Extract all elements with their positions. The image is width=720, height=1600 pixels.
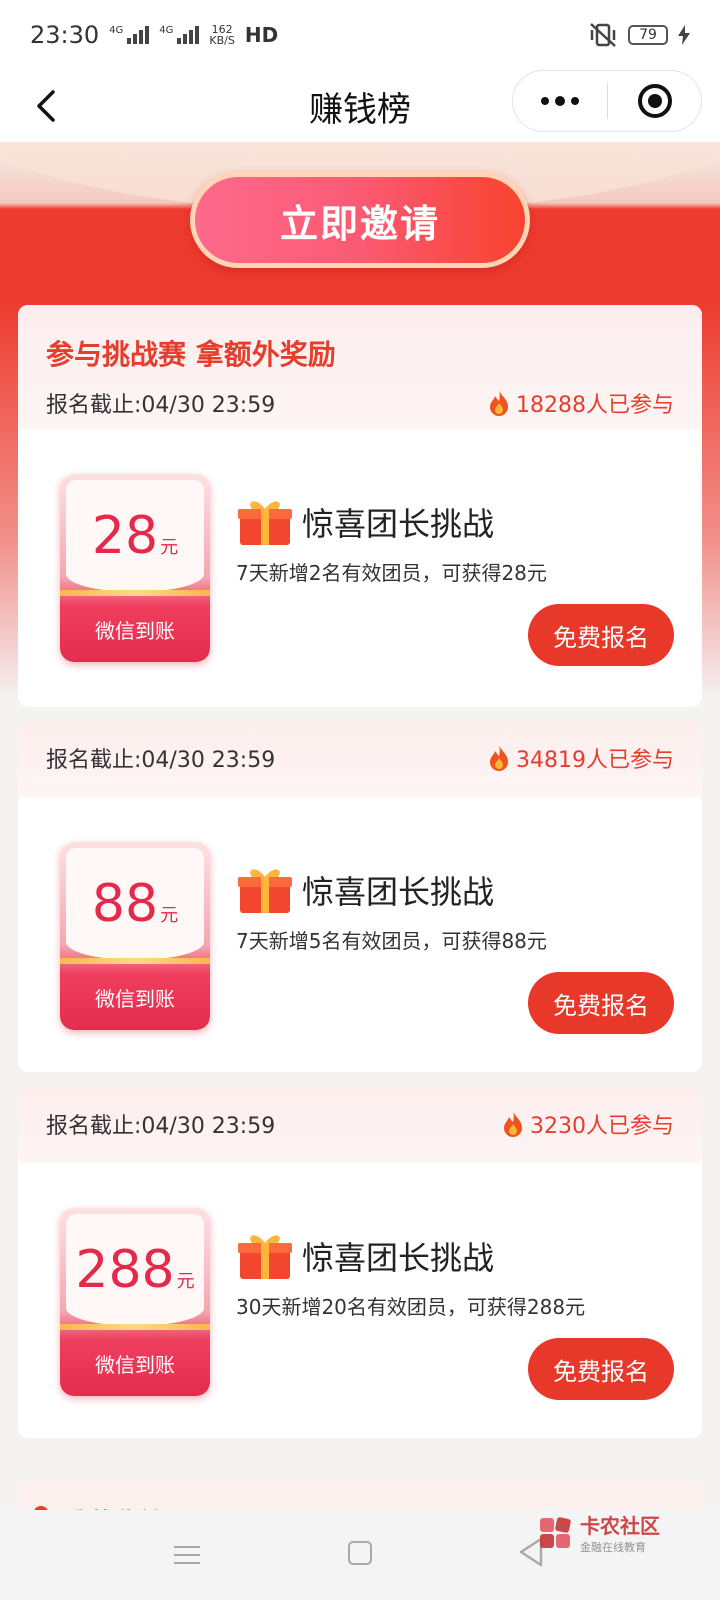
card-body: 88 元 微信到账 惊喜团长挑战 7天新增5名有效团员，可获得88元 免费报名 — [18, 797, 702, 1072]
coupon-unit: 元 — [160, 537, 179, 558]
watermark-sub: 金融在线教育 — [580, 1541, 646, 1554]
close-miniapp-button[interactable] — [608, 84, 701, 118]
challenge-card-2: 报名截止:04/30 23:59 34819人已参与 88 元 微信到账 惊喜团… — [18, 721, 702, 1072]
home-icon[interactable] — [348, 1541, 372, 1565]
deadline-row: 报名截止:04/30 23:59 3230人已参与 — [46, 1087, 674, 1161]
charging-icon — [678, 25, 690, 45]
fire-icon — [504, 1111, 522, 1137]
card-body: 28 元 微信到账 惊喜团长挑战 7天新增2名有效团员，可获得28元 免费报名 — [18, 429, 702, 707]
status-left: 23:30 4G 4G 162 KB/S HD — [30, 21, 278, 49]
fire-icon — [490, 745, 508, 771]
coupon-value: 88 元 — [66, 848, 204, 960]
card-header: 报名截止:04/30 23:59 34819人已参与 — [18, 721, 702, 797]
deadline-text: 报名截止:04/30 23:59 — [46, 1114, 276, 1139]
free-signup-button[interactable]: 免费报名 — [528, 604, 674, 666]
coupon-payout-label: 微信到账 — [95, 1353, 175, 1377]
free-signup-button[interactable]: 免费报名 — [528, 1338, 674, 1400]
miniapp-capsule — [512, 70, 702, 132]
coupon-band — [60, 1324, 210, 1330]
deadline-text: 报名截止:04/30 23:59 — [46, 748, 276, 773]
status-time: 23:30 — [30, 21, 100, 49]
deadline-row: 报名截止:04/30 23:59 18288人已参与 — [46, 373, 674, 433]
card-body: 288 元 微信到账 惊喜团长挑战 30天新增20名有效团员，可获得288元 免… — [18, 1163, 702, 1438]
gift-icon — [238, 501, 292, 545]
reward-coupon: 28 元 微信到账 — [60, 474, 210, 662]
watermark: 卡农社区 金融在线教育 — [536, 1510, 660, 1555]
participants-count: 18288人已参与 — [488, 387, 674, 419]
coupon-unit: 元 — [160, 905, 179, 926]
hd-label: HD — [244, 23, 279, 47]
vibrate-mute-icon — [590, 23, 616, 47]
card-header: 报名截止:04/30 23:59 3230人已参与 — [18, 1087, 702, 1163]
gift-icon — [238, 1235, 292, 1279]
gift-icon — [238, 869, 292, 913]
invite-now-button[interactable]: 立即邀请 — [190, 172, 530, 268]
watermark-logo-icon — [540, 1516, 571, 1548]
signal-icon-2: 4G — [159, 26, 200, 44]
coupon-band — [60, 590, 210, 596]
coupon-value: 288 元 — [66, 1214, 204, 1326]
coupon-amount: 28 — [91, 506, 159, 566]
menu-icon[interactable] — [174, 1540, 200, 1570]
challenge-description: 7天新增2名有效团员，可获得28元 — [236, 561, 547, 585]
reward-coupon: 88 元 微信到账 — [60, 842, 210, 1030]
target-icon — [637, 84, 672, 118]
challenge-card-1: 参与挑战赛 拿额外奖励 报名截止:04/30 23:59 18288人已参与 2… — [18, 305, 702, 707]
deadline-row: 报名截止:04/30 23:59 34819人已参与 — [46, 721, 674, 795]
coupon-payout-label: 微信到账 — [95, 619, 175, 643]
status-right: 79 — [588, 22, 690, 48]
net-speed: 162 KB/S — [209, 23, 235, 47]
card-header: 参与挑战赛 拿额外奖励 报名截止:04/30 23:59 18288人已参与 — [18, 305, 702, 429]
coupon-unit: 元 — [176, 1271, 195, 1292]
coupon-amount: 288 — [75, 1240, 175, 1300]
watermark-text: 卡农社区 金融在线教育 — [580, 1510, 660, 1555]
nav-bar: 赚钱榜 — [0, 70, 720, 142]
status-bar: 23:30 4G 4G 162 KB/S HD 79 — [0, 0, 720, 70]
deadline-text: 报名截止:04/30 23:59 — [46, 393, 276, 418]
banner: 立即邀请 — [0, 142, 720, 302]
free-signup-button[interactable]: 免费报名 — [528, 972, 674, 1034]
coupon-value: 28 元 — [66, 480, 204, 592]
watermark-main: 卡农社区 — [580, 1514, 660, 1538]
challenge-title: 惊喜团长挑战 — [302, 873, 495, 911]
battery-icon: 79 — [628, 25, 668, 45]
promo-title: 参与挑战赛 拿额外奖励 — [46, 338, 336, 371]
more-button[interactable] — [513, 70, 607, 132]
fire-icon — [490, 390, 508, 416]
challenge-title: 惊喜团长挑战 — [302, 505, 495, 543]
challenge-title: 惊喜团长挑战 — [302, 1239, 495, 1277]
signal-icon: 4G — [109, 26, 150, 44]
coupon-payout-label: 微信到账 — [95, 987, 175, 1011]
challenge-description: 30天新增20名有效团员，可获得288元 — [236, 1295, 586, 1319]
participants-count: 3230人已参与 — [502, 1108, 674, 1140]
participants-count: 34819人已参与 — [488, 742, 674, 774]
challenge-description: 7天新增5名有效团员，可获得88元 — [236, 929, 547, 953]
challenge-card-3: 报名截止:04/30 23:59 3230人已参与 288 元 微信到账 惊喜团… — [18, 1087, 702, 1438]
reward-coupon: 288 元 微信到账 — [60, 1208, 210, 1396]
coupon-amount: 88 — [91, 874, 159, 934]
coupon-band — [60, 958, 210, 964]
